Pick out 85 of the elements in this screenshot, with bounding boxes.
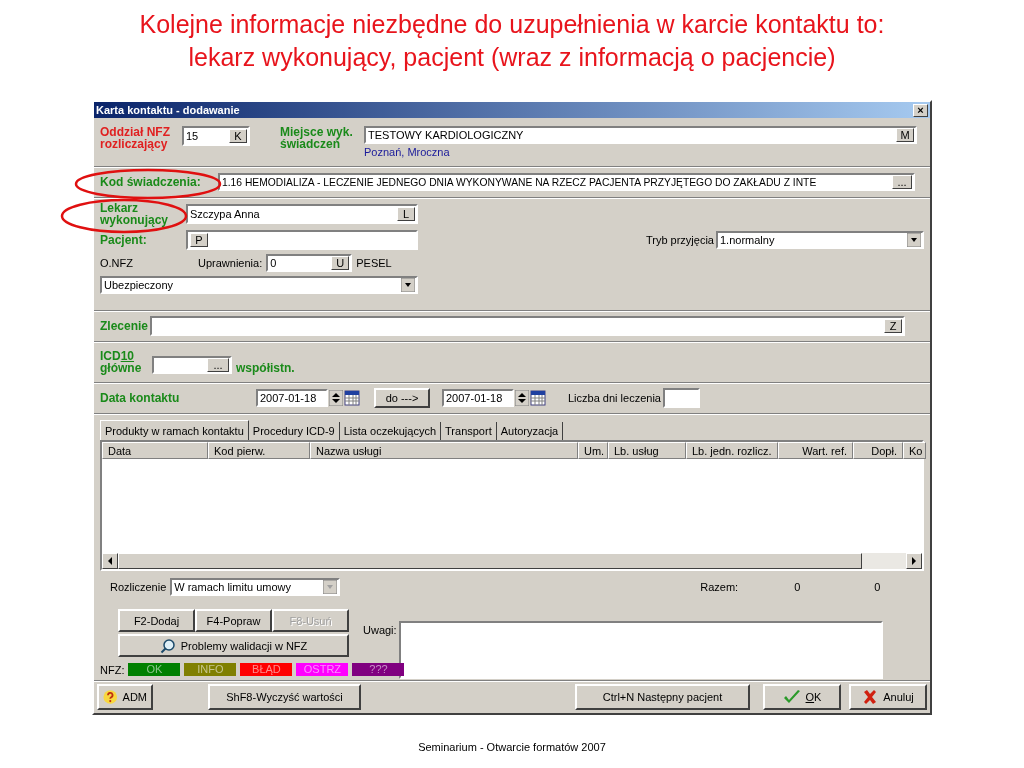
column-header[interactable]: Wart. ref. [778, 442, 853, 459]
lookup-button[interactable]: L [397, 207, 415, 221]
cancel-button[interactable]: Anuluj [849, 684, 927, 710]
total-value: 0 [874, 581, 881, 593]
ok-button[interactable]: OK [763, 684, 841, 710]
column-header[interactable]: Um. [578, 442, 608, 459]
slide-footer: Seminarium - Otwarcie formatów 2007 [418, 740, 606, 754]
lookup-button[interactable]: Z [884, 319, 903, 333]
column-header[interactable]: Lb. usług [608, 442, 686, 459]
date-field[interactable]: 2007-01-18 [442, 389, 514, 407]
dropdown-arrow-icon[interactable] [907, 233, 921, 247]
dropdown[interactable]: 1.normalny [716, 231, 924, 249]
validation-button[interactable]: Problemy walidacji w NFZ [118, 634, 349, 657]
status-legend: BŁĄD [240, 663, 293, 676]
field-label: O.NFZ [100, 257, 134, 269]
tab[interactable]: Produkty w ramach kontaktu [100, 420, 249, 440]
field-label: Liczba dni leczenia [568, 392, 661, 404]
range-button[interactable]: do ---> [374, 388, 430, 408]
scroll-left-icon[interactable] [107, 557, 113, 565]
total-label: Razem: [700, 581, 739, 593]
date-field[interactable]: 2007-01-18 [256, 389, 328, 407]
scroll-right-icon[interactable] [911, 557, 917, 565]
status-legend: OK [128, 663, 181, 676]
total-value: 0 [794, 581, 801, 593]
field-label: Kod świadczenia: [100, 176, 202, 188]
field-label: Uprawnienia: [198, 257, 263, 269]
field-label: Rozliczenie [110, 581, 167, 593]
column-header[interactable]: Kod pierw. [208, 442, 310, 459]
field-label: Data kontaktu [100, 392, 181, 404]
lookup-button[interactable]: K [229, 129, 247, 143]
lookup-button[interactable]: M [896, 128, 914, 142]
action-button[interactable]: F2-Dodaj [118, 609, 195, 632]
field-label: Pacjent: [100, 234, 148, 246]
input-field[interactable] [662, 388, 700, 408]
search-icon [159, 637, 176, 654]
help-button[interactable]: ADM [97, 684, 153, 710]
check-icon [782, 689, 801, 705]
slide-title: Kolejne informacje niezbędne do uzupełnienia w karcie kontaktu to: [139, 9, 885, 40]
input-field[interactable]: Z [150, 316, 906, 336]
dropdown[interactable]: Ubezpieczony [100, 276, 418, 294]
calendar-icon[interactable] [344, 390, 360, 406]
location-text: Poznań, Mroczna [364, 146, 451, 158]
dropdown-arrow-icon[interactable] [401, 278, 415, 292]
input-field[interactable]: 15 K [182, 126, 250, 146]
next-patient-button[interactable]: Ctrl+N Następny pacjent [575, 684, 750, 710]
column-header[interactable]: Dopł. [853, 442, 903, 459]
cross-icon [862, 689, 879, 705]
input-field[interactable]: 0 U [266, 254, 353, 272]
input-field[interactable]: ... [152, 356, 232, 374]
field-label: współistn. [236, 362, 295, 374]
field-label: PESEL [356, 257, 392, 269]
lookup-button[interactable]: P [190, 233, 208, 247]
close-button[interactable]: × [913, 103, 928, 117]
clear-button[interactable]: ShF8-Wyczyść wartości [208, 684, 361, 710]
input-field[interactable]: TESTOWY KARDIOLOGICZNY M [364, 126, 917, 144]
calendar-icon[interactable] [530, 390, 546, 406]
horizontal-scrollbar[interactable] [102, 553, 922, 569]
status-legend: ??? [352, 663, 405, 676]
browse-button[interactable]: ... [207, 358, 229, 372]
field-label: ICD10 główne [100, 350, 143, 374]
question-icon [103, 689, 118, 705]
status-legend: OSTRZ [296, 663, 349, 676]
action-button[interactable]: F4-Popraw [195, 609, 272, 632]
field-label: Uwagi: [363, 623, 397, 636]
column-header[interactable]: Ko [903, 442, 926, 459]
field-label: Lekarz wykonujący [100, 202, 170, 226]
legend-label: NFZ: [100, 663, 125, 676]
input-field[interactable]: Szczypa Anna L [186, 204, 418, 224]
lookup-button[interactable]: U [331, 256, 350, 270]
browse-button[interactable]: ... [892, 175, 912, 189]
column-header[interactable]: Lb. jedn. rozlicz. [686, 442, 778, 459]
field-label: Zlecenie [100, 320, 149, 332]
field-label: Tryb przyjęcia [645, 234, 714, 246]
spinner-icon[interactable] [515, 390, 529, 406]
status-legend: INFO [184, 663, 237, 676]
input-field[interactable]: P [186, 230, 418, 250]
spinner-icon[interactable] [329, 390, 343, 406]
column-header[interactable]: Nazwa usługi [310, 442, 578, 459]
field-label: Miejsce wyk. świadczeń [280, 126, 354, 150]
notes-field[interactable] [398, 621, 883, 679]
column-header[interactable]: Data [102, 442, 208, 459]
field-label: Oddział NFZ rozliczający [100, 126, 171, 150]
input-field[interactable]: 1.16 HEMODIALIZA - LECZENIE JEDNEGO DNIA WYKONYWANE NA RZECZ PACJENTA PRZYJĘTEGO DO ZAKŁADU Z INTE ... [218, 173, 915, 191]
window-title: Karta kontaktu - dodawanie [96, 104, 240, 116]
slide-title: lekarz wykonujący, pacjent (wraz z informacją o pacjencie) [188, 42, 836, 73]
